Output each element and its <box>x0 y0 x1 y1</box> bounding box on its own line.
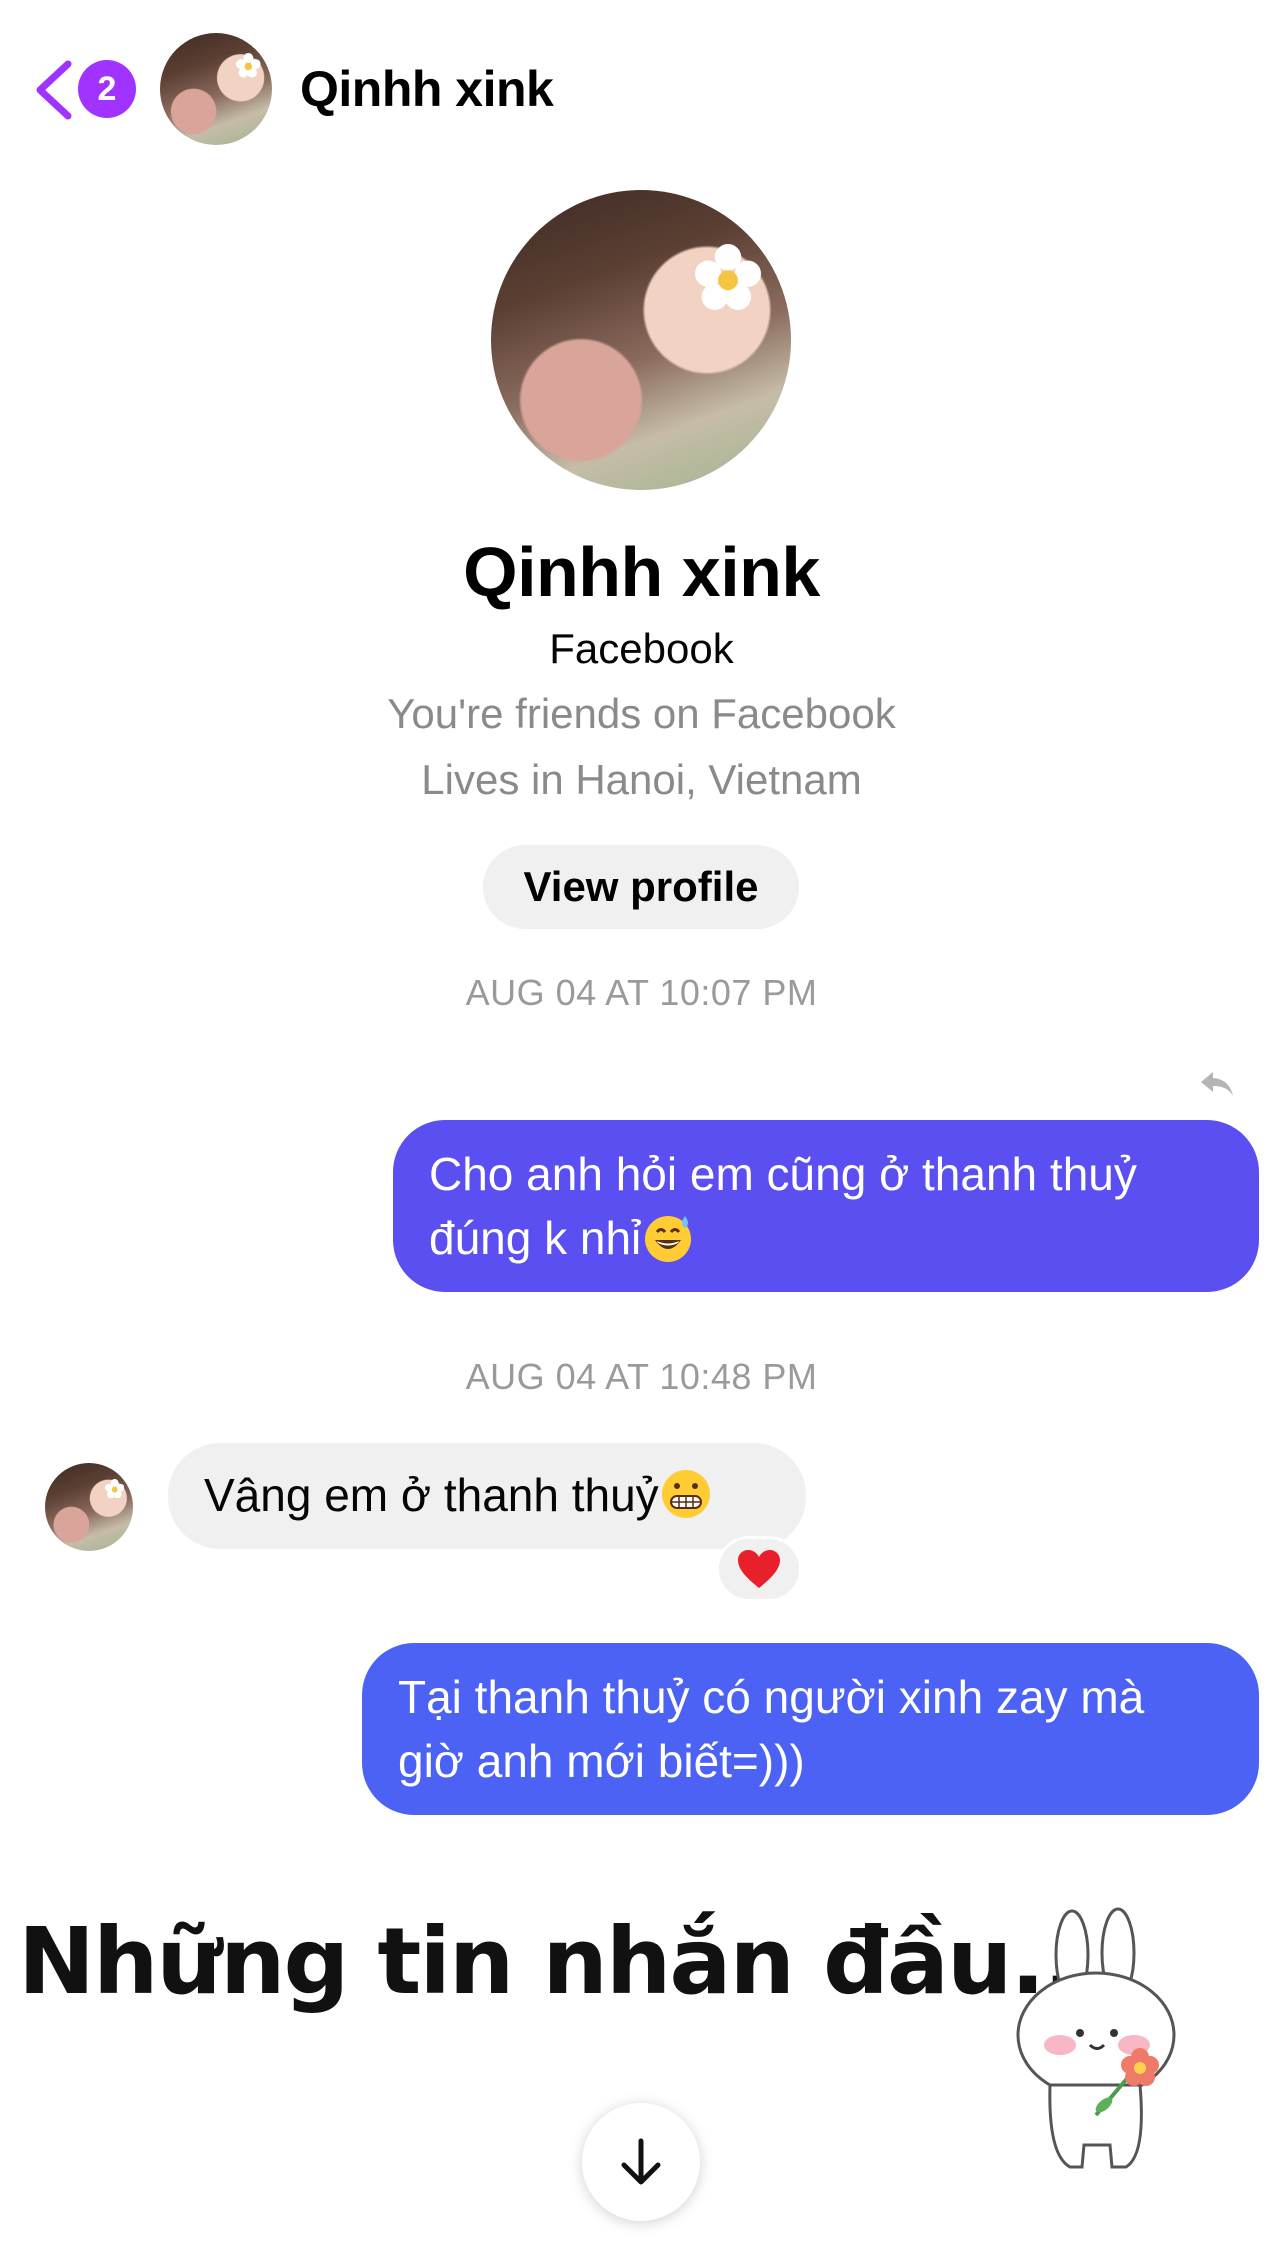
incoming-message[interactable]: Vâng em ở thanh thuỷ <box>168 1443 806 1549</box>
profile-avatar[interactable] <box>491 190 791 490</box>
message-reaction[interactable] <box>716 1536 802 1602</box>
profile-source: Facebook <box>549 625 734 672</box>
bunny-sticker <box>1016 1907 1176 2169</box>
message-text: Vâng em ở thanh thuỷ <box>204 1469 659 1521</box>
scroll-to-bottom-button[interactable] <box>582 2103 700 2221</box>
message-text-line: đúng k nhỉ <box>429 1206 1223 1270</box>
header-avatar[interactable] <box>160 33 272 145</box>
outgoing-message[interactable]: Tại thanh thuỷ có người xinh zay mà giờ … <box>362 1643 1259 1815</box>
overlay-caption: Những tin nhắn đầu... <box>18 1908 1111 2015</box>
conversation-header: 2 Qinhh xink <box>0 0 1283 180</box>
message-text-line: Cho anh hỏi em cũng ở thanh thuỷ <box>429 1148 1137 1200</box>
view-profile-button[interactable]: View profile <box>483 845 799 929</box>
message-text-line: giờ anh mới biết=))) <box>398 1735 805 1787</box>
message-timestamp: AUG 04 AT 10:48 PM <box>465 1356 818 1397</box>
header-contact-name[interactable]: Qinhh xink <box>300 60 554 118</box>
message-text-line: Tại thanh thuỷ có người xinh zay mà <box>398 1671 1145 1723</box>
back-button[interactable]: 2 <box>32 55 137 125</box>
red-heart-emoji <box>738 1550 780 1588</box>
message-timestamp: AUG 04 AT 10:07 PM <box>465 972 818 1013</box>
outgoing-message[interactable]: Cho anh hỏi em cũng ở thanh thuỷ đúng k … <box>393 1120 1259 1292</box>
grimacing-emoji <box>661 1470 710 1518</box>
reply-icon[interactable] <box>1197 1068 1237 1100</box>
grinning-sweat-emoji <box>645 1216 692 1262</box>
unread-count-badge: 2 <box>78 60 136 118</box>
profile-location-line: Lives in Hanoi, Vietnam <box>421 756 862 803</box>
profile-friends-line: You're friends on Facebook <box>387 690 896 737</box>
arrow-down-icon <box>621 2138 661 2185</box>
sender-avatar[interactable] <box>45 1463 133 1551</box>
profile-name: Qinhh xink <box>463 533 820 611</box>
chevron-left-icon <box>36 60 72 120</box>
